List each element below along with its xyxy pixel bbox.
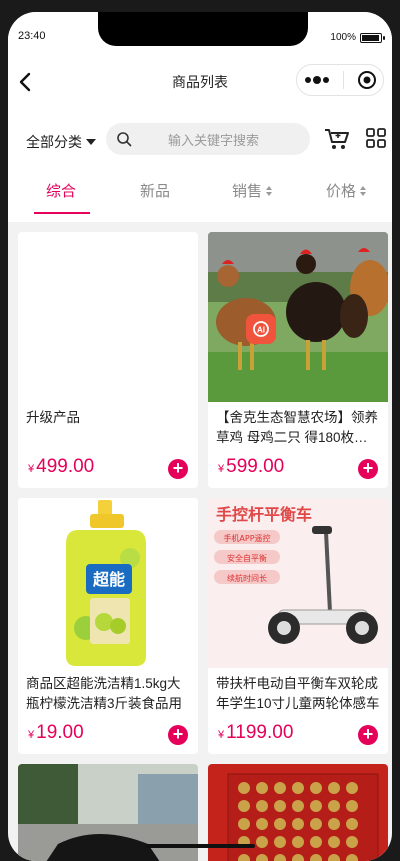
product-price: ¥ 499.00 xyxy=(28,456,94,478)
mini-program-capsule xyxy=(296,64,384,96)
dropdown-arrow-icon xyxy=(86,139,96,145)
product-card[interactable]: 超能 商品区超能洗洁精1.5kg大瓶柠檬洗洁精3斤装食品用 ¥ 19.00 + xyxy=(18,498,198,754)
tab-label: 销售 xyxy=(232,183,263,200)
grid-view-icon[interactable] xyxy=(366,128,386,148)
product-card[interactable]: 手控杆平衡车 手机APP遥控 安全自平衡 续航时间长 带扶杆电动自平衡车双轮成年… xyxy=(208,498,388,754)
search-icon xyxy=(117,132,132,147)
tab-sales[interactable]: 销售 xyxy=(232,180,273,201)
tab-label: 价格 xyxy=(326,183,357,200)
category-dropdown[interactable]: 全部分类 xyxy=(26,132,96,152)
scooter-ad: 手控杆平衡车 手机APP遥控 安全自平衡 续航时间长 xyxy=(214,505,378,644)
detergent-brand-text: 超能 xyxy=(92,570,125,589)
currency-symbol: ¥ xyxy=(28,463,35,475)
add-to-cart-button[interactable]: + xyxy=(358,725,378,745)
tab-price[interactable]: 价格 xyxy=(326,180,367,201)
product-image-blank xyxy=(18,232,198,402)
sort-arrows-icon xyxy=(266,185,273,196)
sort-arrows-icon xyxy=(360,185,367,196)
add-to-cart-button[interactable]: + xyxy=(358,459,378,479)
price-value: 19.00 xyxy=(36,722,84,743)
navigation-bar: 商品列表 xyxy=(8,62,392,102)
product-card[interactable]: AI 【舍克生态智慧农场】领养草鸡 母鸡二只 得180枚鸡蛋 ¥ 599.00 … xyxy=(208,232,388,488)
scooter-tag: 手机APP遥控 xyxy=(223,533,270,543)
scooter-title: 手控杆平衡车 xyxy=(216,505,312,524)
scooter-tag: 安全自平衡 xyxy=(227,553,267,563)
product-image-scooter: 手控杆平衡车 手机APP遥控 安全自平衡 续航时间长 xyxy=(208,498,388,668)
svg-text:AI: AI xyxy=(257,326,265,335)
tab-label: 新品 xyxy=(140,183,171,200)
category-label: 全部分类 xyxy=(26,134,82,150)
sort-tabs: 综合 新品 销售 价格 xyxy=(8,172,392,216)
currency-symbol: ¥ xyxy=(218,729,225,741)
capsule-divider xyxy=(342,71,344,89)
status-battery: 100% xyxy=(330,32,385,43)
detergent-bottle: 超能 xyxy=(66,500,146,666)
scooter-tag: 续航时间长 xyxy=(227,573,267,583)
currency-symbol: ¥ xyxy=(28,729,35,741)
close-target-icon[interactable] xyxy=(357,70,377,90)
cart-icon[interactable] xyxy=(324,128,350,150)
search-input[interactable]: 输入关键字搜索 xyxy=(106,123,310,155)
add-to-cart-button[interactable]: + xyxy=(168,459,188,479)
currency-symbol: ¥ xyxy=(218,463,225,475)
price-value: 1199.00 xyxy=(226,722,294,743)
ai-badge-icon: AI xyxy=(246,314,276,344)
battery-icon xyxy=(360,32,385,43)
status-time: 23:40 xyxy=(18,30,46,42)
product-card[interactable]: 升级产品 ¥ 499.00 + xyxy=(18,232,198,488)
active-tab-indicator xyxy=(34,212,90,214)
more-icon[interactable] xyxy=(304,75,330,85)
product-name: 带扶杆电动自平衡车双轮成年学生10寸儿童两轮体感车 xyxy=(216,676,380,711)
product-name: 商品区超能洗洁精1.5kg大瓶柠檬洗洁精3斤装食品用 xyxy=(26,676,183,711)
price-value: 599.00 xyxy=(226,456,285,477)
product-image-detergent: 超能 xyxy=(18,498,198,668)
product-image-chickens: AI xyxy=(208,232,388,402)
product-price: ¥ 599.00 xyxy=(218,456,284,478)
price-value: 499.00 xyxy=(36,456,95,477)
tab-comprehensive[interactable]: 综合 xyxy=(46,180,76,201)
tab-label: 综合 xyxy=(46,183,77,200)
battery-percent: 100% xyxy=(330,32,356,43)
add-to-cart-button[interactable]: + xyxy=(168,725,188,745)
chickens-photo xyxy=(208,232,388,402)
tab-new[interactable]: 新品 xyxy=(140,180,170,201)
phone-screen: 23:40 100% 商品列表 全部分类 输入关键字搜索 综合 新品 销售 价格… xyxy=(8,12,392,861)
search-placeholder: 输入关键字搜索 xyxy=(168,132,260,148)
product-name: 升级产品 xyxy=(26,410,80,425)
product-price: ¥ 1199.00 xyxy=(218,722,293,744)
product-name: 【舍克生态智慧农场】领养草鸡 母鸡二只 得180枚鸡蛋 xyxy=(216,410,378,445)
notch xyxy=(98,12,308,46)
product-price: ¥ 19.00 xyxy=(28,722,84,744)
home-indicator xyxy=(145,844,255,848)
search-bar-row: 全部分类 输入关键字搜索 xyxy=(8,122,392,158)
